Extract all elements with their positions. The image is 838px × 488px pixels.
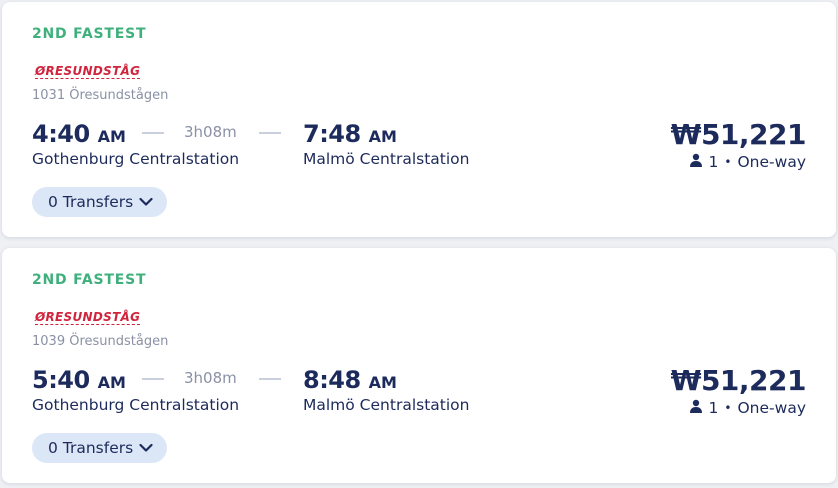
train-name: 1031 Öresundstågen <box>32 88 169 103</box>
arrival-time: 8:48 AM <box>303 366 397 394</box>
departure-station: Gothenburg Centralstation <box>32 396 240 414</box>
operator-logo: ØRESUNDSTÅG <box>35 64 141 79</box>
departure-time-value: 4:40 <box>32 120 90 148</box>
duration-divider-right <box>259 132 281 134</box>
departure-ampm: AM <box>97 373 126 392</box>
trip-type: One-way <box>737 153 806 171</box>
transfers-toggle-button[interactable]: 0 Transfers <box>32 187 168 217</box>
separator-dot: • <box>724 401 732 415</box>
person-icon <box>689 399 703 417</box>
transfers-label: 0 Transfers <box>48 439 134 457</box>
duration: 3h08m <box>184 123 237 141</box>
price: ₩51,221 <box>670 118 807 151</box>
rank-badge: 2ND FASTEST <box>32 26 147 42</box>
arrival-time-value: 8:48 <box>303 366 361 394</box>
arrival-ampm: AM <box>368 127 397 146</box>
arrival-time-value: 7:48 <box>303 120 361 148</box>
separator-dot: • <box>724 155 732 169</box>
departure-ampm: AM <box>97 127 126 146</box>
passenger-count: 1 <box>708 399 719 417</box>
duration-divider-left <box>142 378 164 380</box>
trip-type: One-way <box>737 399 806 417</box>
trip-result-card[interactable]: 2ND FASTEST ØRESUNDSTÅG 1039 Öresundståg… <box>2 248 836 483</box>
chevron-down-icon <box>139 197 153 207</box>
arrival-station: Malmö Centralstation <box>303 396 470 414</box>
duration: 3h08m <box>184 369 237 387</box>
duration-divider-right <box>259 378 281 380</box>
person-icon <box>689 153 703 171</box>
departure-time: 4:40 AM <box>32 120 126 148</box>
chevron-down-icon <box>139 443 153 453</box>
transfers-label: 0 Transfers <box>48 193 134 211</box>
arrival-station: Malmö Centralstation <box>303 150 470 168</box>
passenger-info: 1 • One-way <box>689 399 806 417</box>
passenger-info: 1 • One-way <box>689 153 806 171</box>
arrival-ampm: AM <box>368 373 397 392</box>
operator-logo: ØRESUNDSTÅG <box>35 310 141 325</box>
transfers-toggle-button[interactable]: 0 Transfers <box>32 433 168 463</box>
rank-badge: 2ND FASTEST <box>32 272 147 288</box>
departure-time: 5:40 AM <box>32 366 126 394</box>
duration-divider-left <box>142 132 164 134</box>
departure-station: Gothenburg Centralstation <box>32 150 240 168</box>
departure-time-value: 5:40 <box>32 366 90 394</box>
trip-result-card[interactable]: 2ND FASTEST ØRESUNDSTÅG 1031 Öresundståg… <box>2 2 836 237</box>
price: ₩51,221 <box>670 364 807 397</box>
arrival-time: 7:48 AM <box>303 120 397 148</box>
train-name: 1039 Öresundstågen <box>32 334 169 349</box>
passenger-count: 1 <box>708 153 719 171</box>
